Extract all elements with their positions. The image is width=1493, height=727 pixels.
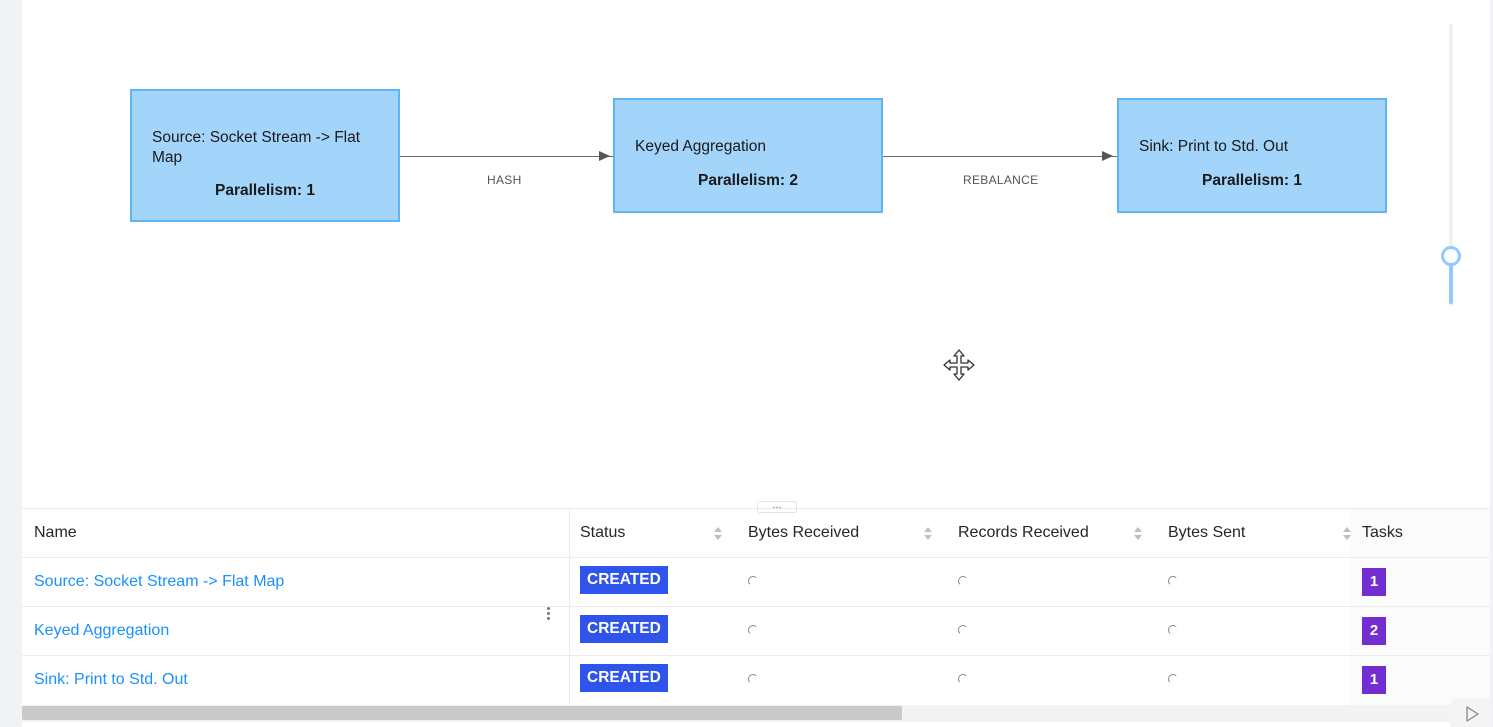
edge-arrow-icon [599,151,610,161]
edge-line-hash [400,156,614,157]
loading-spinner-icon [958,625,968,635]
task-count-badge: 1 [1362,666,1386,694]
header-bytes-received[interactable]: Bytes Received [748,509,859,557]
node-title: Source: Socket Stream -> Flat Map [152,129,361,166]
cell-status: CREATED [580,656,668,704]
task-count-badge: 1 [1362,568,1386,596]
sort-icon[interactable] [713,525,723,543]
status-badge: CREATED [580,615,668,644]
loading-spinner-icon [748,625,758,635]
task-count-badge: 2 [1362,617,1386,645]
edge-label: HASH [487,173,522,187]
edge-label: REBALANCE [963,173,1039,187]
header-name: Name [34,524,77,541]
vertex-link[interactable]: Sink: Print to Std. Out [34,671,188,688]
graph-node-keyed-aggregation[interactable]: Keyed Aggregation Parallelism: 2 [613,98,883,213]
move-cursor-icon [943,349,975,381]
table-row[interactable]: Keyed Aggregation CREATED 2 [22,607,1490,656]
loading-spinner-icon [748,576,758,586]
node-parallelism: Parallelism: 2 [698,172,798,189]
header-records-received[interactable]: Records Received [958,509,1089,557]
table-row[interactable]: Sink: Print to Std. Out CREATED 1 [22,656,1490,705]
header-status[interactable]: Status [580,509,625,557]
cell-status: CREATED [580,607,668,655]
node-parallelism: Parallelism: 1 [1202,172,1302,189]
loading-spinner-icon [958,576,968,586]
edge-arrow-icon [1102,151,1113,161]
status-badge: CREATED [580,664,668,693]
status-badge: CREATED [580,566,668,595]
node-title: Sink: Print to Std. Out [1139,138,1289,155]
horizontal-scrollbar-thumb[interactable] [22,706,902,720]
vertex-table: Name Status Bytes Received Records Recei… [22,508,1490,706]
job-graph-canvas[interactable]: Source: Socket Stream -> Flat Map Parall… [22,0,1490,505]
loading-spinner-icon [958,674,968,684]
column-resize-handle[interactable] [545,605,551,627]
header-bytes-sent[interactable]: Bytes Sent [1168,509,1245,557]
sort-icon[interactable] [1133,525,1143,543]
cell-name: Source: Socket Stream -> Flat Map [34,558,284,606]
column-divider [569,509,570,706]
edge-line-rebalance [883,156,1117,157]
play-icon [1466,706,1479,722]
cell-name: Keyed Aggregation [34,607,169,655]
sort-icon[interactable] [923,525,933,543]
cell-name: Sink: Print to Std. Out [34,656,188,704]
node-parallelism: Parallelism: 1 [215,182,315,199]
loading-spinner-icon [1168,625,1178,635]
corner-play-button[interactable] [1450,698,1490,727]
sort-icon[interactable] [1342,525,1352,543]
left-gutter [0,0,22,727]
graph-node-sink[interactable]: Sink: Print to Std. Out Parallelism: 1 [1117,98,1387,213]
node-title: Keyed Aggregation [635,138,766,155]
cell-status: CREATED [580,558,668,606]
header-tasks: Tasks [1362,524,1403,541]
graph-node-source[interactable]: Source: Socket Stream -> Flat Map Parall… [130,89,400,222]
vertex-link[interactable]: Keyed Aggregation [34,622,169,639]
vertex-link[interactable]: Source: Socket Stream -> Flat Map [34,573,284,590]
zoom-slider-handle[interactable] [1441,246,1461,266]
loading-spinner-icon [748,674,758,684]
table-header: Name Status Bytes Received Records Recei… [22,509,1490,558]
loading-spinner-icon [1168,576,1178,586]
table-row[interactable]: Source: Socket Stream -> Flat Map CREATE… [22,558,1490,607]
loading-spinner-icon [1168,674,1178,684]
